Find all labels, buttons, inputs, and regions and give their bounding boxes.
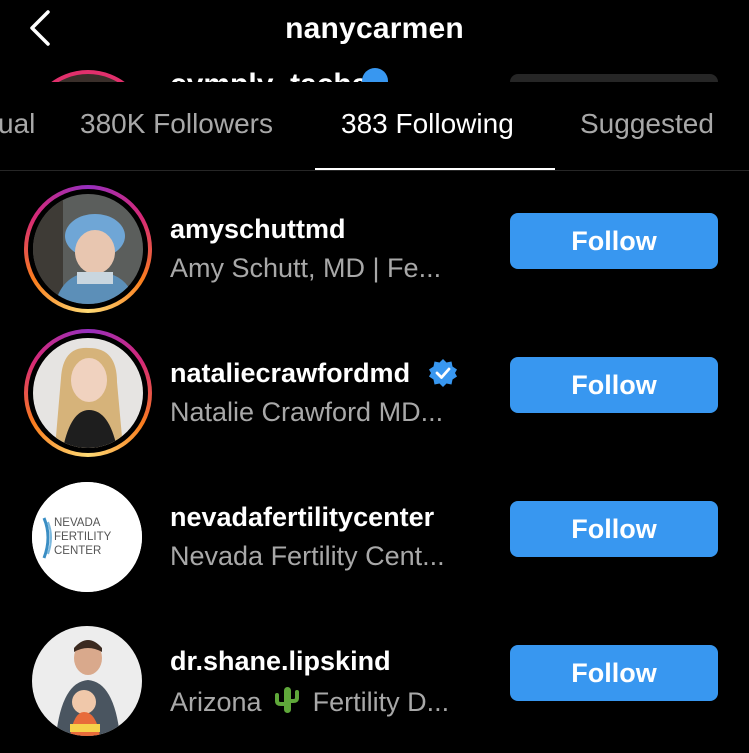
svg-text:CENTER: CENTER bbox=[54, 545, 101, 557]
username[interactable]: dr.shane.lipskind bbox=[170, 646, 391, 677]
avatar[interactable] bbox=[24, 185, 152, 313]
avatar[interactable] bbox=[32, 626, 142, 736]
username: cymply_tacha bbox=[170, 68, 368, 82]
tab-following[interactable]: 383 Following bbox=[341, 108, 514, 140]
username[interactable]: nataliecrawfordmd bbox=[170, 358, 410, 389]
full-name: Arizona Fertility D... bbox=[170, 687, 450, 717]
full-name: Amy Schutt, MD | Fe... bbox=[170, 253, 442, 283]
list-item: amyschuttmd Amy Schutt, MD | Fe... Follo… bbox=[0, 177, 749, 321]
verified-badge-icon bbox=[429, 359, 457, 387]
follow-button[interactable]: Follow bbox=[510, 357, 718, 413]
follow-button[interactable]: Follow bbox=[510, 501, 718, 557]
tab-followers[interactable]: 380K Followers bbox=[80, 108, 273, 140]
cactus-icon bbox=[275, 687, 300, 713]
verified-badge-icon bbox=[362, 68, 388, 82]
full-name: Natalie Crawford MD... bbox=[170, 397, 444, 427]
full-name: Nevada Fertility Cent... bbox=[170, 541, 445, 571]
previous-row-peek: cymply_tacha bbox=[0, 62, 749, 82]
header: nanycarmen bbox=[0, 0, 749, 60]
follow-button[interactable]: Follow bbox=[510, 645, 718, 701]
profile-photo bbox=[33, 194, 143, 304]
follow-button[interactable]: Follow bbox=[510, 213, 718, 269]
active-tab-indicator bbox=[315, 168, 555, 170]
list-item: dr.shane.lipskind Arizona Fertility D...… bbox=[0, 609, 749, 753]
following-button bbox=[510, 74, 718, 82]
tab-bar: ual 380K Followers 383 Following Suggest… bbox=[0, 84, 749, 171]
tab-suggested[interactable]: Suggested bbox=[580, 108, 714, 140]
svg-text:FERTILITY: FERTILITY bbox=[54, 531, 112, 543]
nevada-fertility-logo: NEVADA FERTILITY CENTER bbox=[32, 482, 142, 592]
profile-photo bbox=[32, 626, 142, 736]
avatar bbox=[26, 70, 150, 82]
svg-text:NEVADA: NEVADA bbox=[54, 517, 101, 529]
tab-mutual[interactable]: ual bbox=[0, 108, 35, 140]
username[interactable]: nevadafertilitycenter bbox=[170, 502, 434, 533]
avatar[interactable] bbox=[24, 329, 152, 457]
list-item: NEVADA FERTILITY CENTER nevadafertilityc… bbox=[0, 465, 749, 609]
list-item: nataliecrawfordmd Natalie Crawford MD...… bbox=[0, 321, 749, 465]
avatar[interactable]: NEVADA FERTILITY CENTER bbox=[32, 482, 142, 592]
profile-title: nanycarmen bbox=[285, 12, 464, 45]
profile-photo bbox=[33, 338, 143, 448]
username[interactable]: amyschuttmd bbox=[170, 214, 346, 245]
